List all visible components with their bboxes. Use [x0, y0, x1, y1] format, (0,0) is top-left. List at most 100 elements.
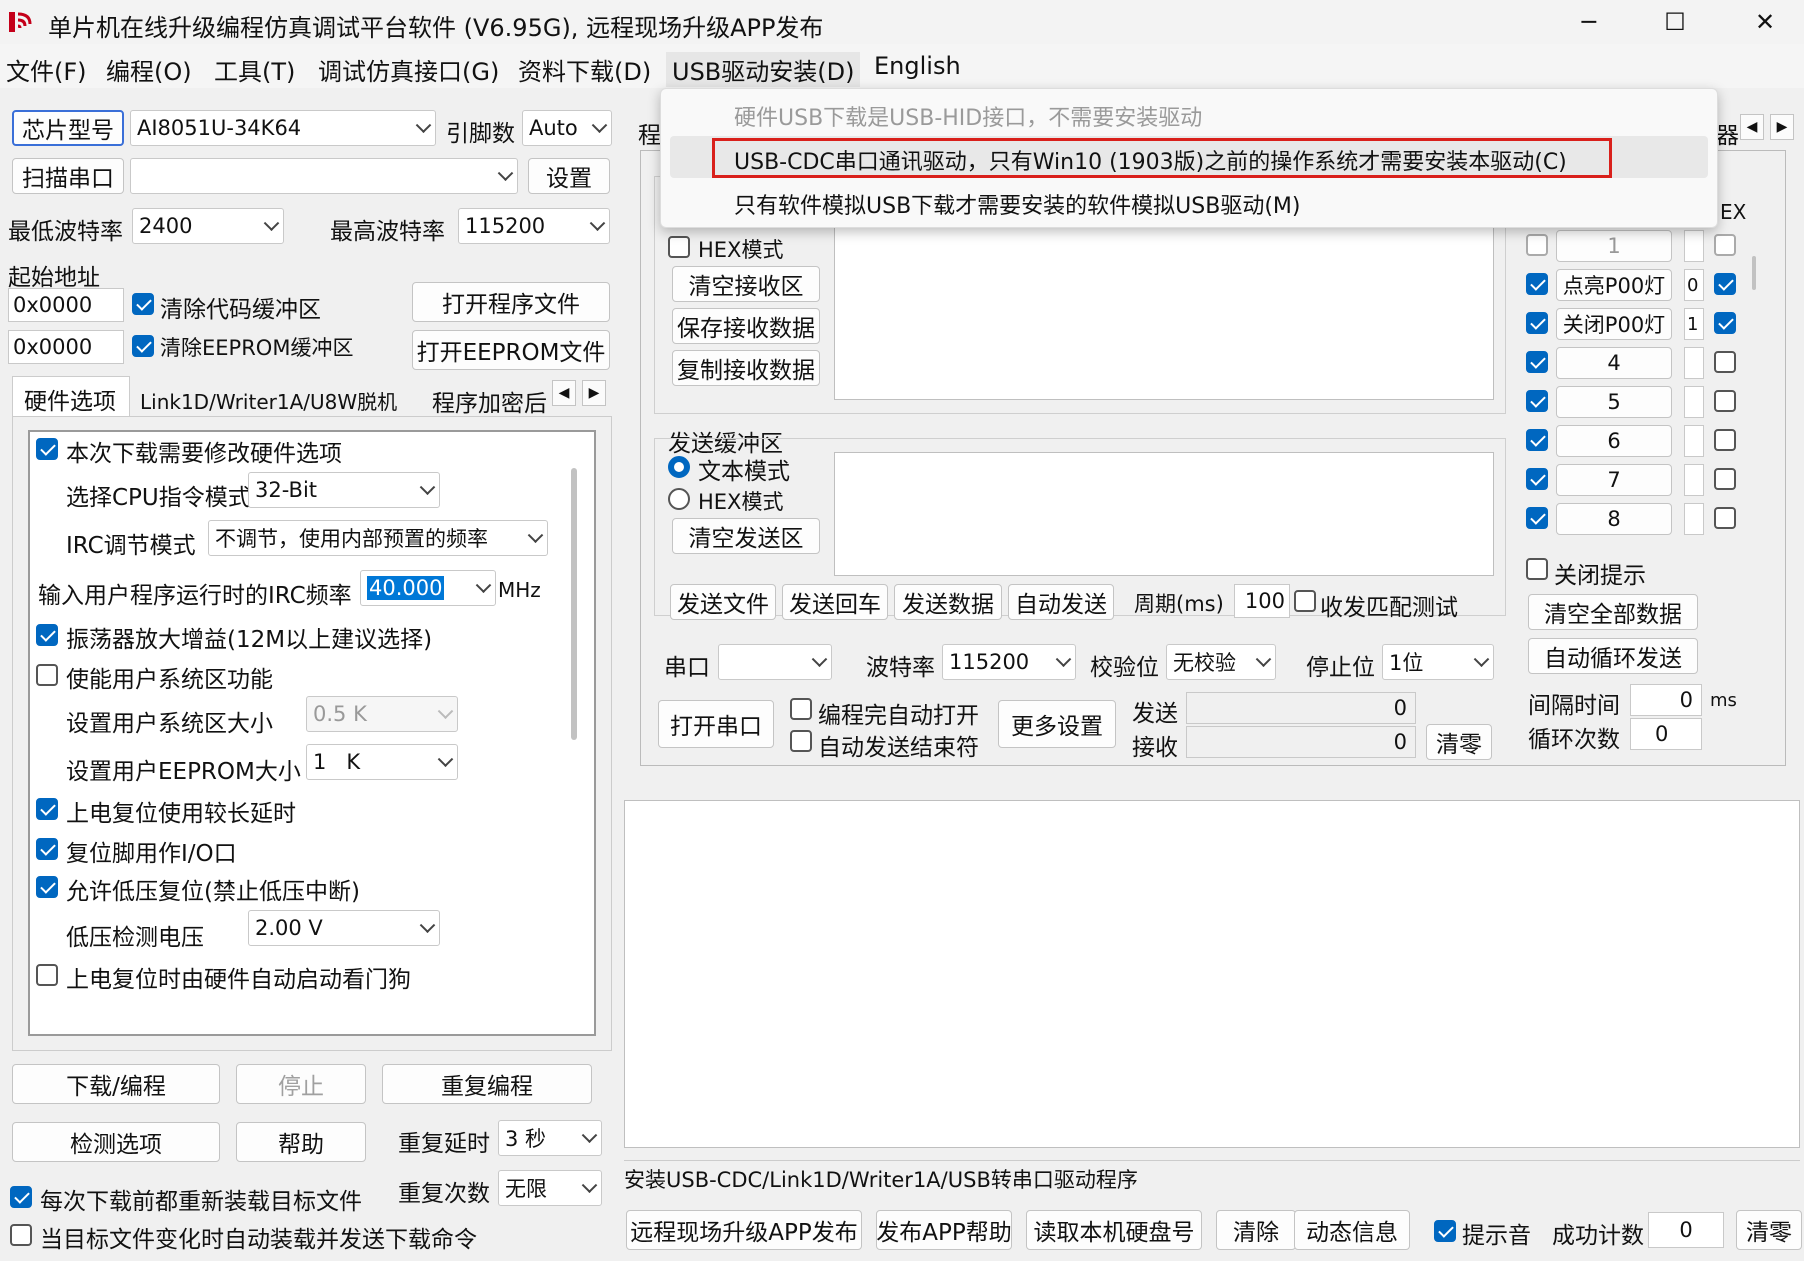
clear-tx-button[interactable]: 清空发送区	[672, 518, 820, 554]
text-mode-radio[interactable]	[668, 456, 690, 478]
minimize-button[interactable]: ─	[1544, 0, 1634, 44]
string-send-button[interactable]: 8	[1556, 503, 1672, 535]
interval-input[interactable]: 0	[1630, 684, 1702, 716]
clear-eeprom-checkbox[interactable]	[132, 335, 154, 357]
stop-bits-select[interactable]: 1位	[1382, 644, 1494, 680]
multi-tab-partial[interactable]: 器	[1716, 116, 1739, 150]
low-volt-reset-checkbox[interactable]	[36, 876, 58, 898]
hex-checkbox[interactable]	[1714, 429, 1736, 451]
hex-checkbox[interactable]	[1714, 468, 1736, 490]
close-tip-checkbox[interactable]	[1526, 558, 1548, 580]
open-program-button[interactable]: 打开程序文件	[412, 282, 610, 322]
more-settings-button[interactable]: 更多设置	[998, 700, 1116, 748]
clear-count-button[interactable]: 清零	[1426, 724, 1492, 760]
check-options-button[interactable]: 检测选项	[12, 1122, 220, 1162]
low-volt-select[interactable]: 2.00 V	[248, 910, 440, 946]
hex-checkbox[interactable]	[1714, 507, 1736, 529]
sys-size-select[interactable]: 0.5 K	[306, 696, 458, 732]
string-send-button[interactable]: 1	[1556, 230, 1672, 262]
rx-hex-checkbox[interactable]	[668, 236, 690, 258]
user-sys-checkbox[interactable]	[36, 664, 58, 686]
string-send-button[interactable]: 点亮P00灯	[1556, 269, 1672, 301]
min-baud-select[interactable]: 2400	[132, 208, 284, 244]
irc-mode-select[interactable]: 不调节，使用内部预置的频率	[208, 520, 548, 556]
read-disk-button[interactable]: 读取本机硬盘号	[1026, 1210, 1202, 1250]
reload-each-checkbox[interactable]	[10, 1186, 32, 1208]
save-rx-button[interactable]: 保存接收数据	[672, 308, 820, 344]
menu-program[interactable]: 编程(O)	[100, 52, 198, 87]
menu-debug[interactable]: 调试仿真接口(G)	[312, 52, 505, 87]
menu-usb-driver[interactable]: USB驱动安装(D)	[666, 52, 861, 87]
send-cr-button[interactable]: 发送回车	[782, 584, 888, 620]
dropdown-item-soft-usb[interactable]: 只有软件模拟USB下载才需要安装的软件模拟USB驱动(M)	[734, 188, 1300, 220]
download-button[interactable]: 下载/编程	[12, 1064, 220, 1104]
echo-test-checkbox[interactable]	[1294, 590, 1316, 612]
parity-select[interactable]: 无校验	[1166, 644, 1276, 680]
remote-upgrade-button[interactable]: 远程现场升级APP发布	[626, 1210, 862, 1250]
send-select-checkbox[interactable]	[1526, 234, 1548, 256]
scan-port-button[interactable]: 扫描串口	[12, 158, 124, 194]
string-send-button[interactable]: 6	[1556, 425, 1672, 457]
port-select[interactable]	[130, 158, 518, 194]
loop-input[interactable]: 0	[1630, 718, 1702, 750]
watchdog-checkbox[interactable]	[36, 964, 58, 986]
tab-scroll-left-icon[interactable]: ◀	[552, 380, 576, 406]
modify-options-checkbox[interactable]	[36, 438, 58, 460]
open-eeprom-button[interactable]: 打开EEPROM文件	[412, 330, 610, 370]
tx-hex-radio[interactable]	[668, 488, 690, 510]
menu-english[interactable]: English	[868, 52, 967, 80]
send-select-checkbox[interactable]	[1526, 273, 1548, 295]
clear-output-button[interactable]: 清除	[1216, 1210, 1296, 1250]
hex-checkbox[interactable]	[1714, 273, 1736, 295]
help-button[interactable]: 帮助	[236, 1122, 366, 1162]
eeprom-size-select[interactable]: 1 K	[306, 744, 458, 780]
string-send-button[interactable]: 7	[1556, 464, 1672, 496]
serial-tab-partial[interactable]: 程	[638, 116, 661, 150]
auto-loop-button[interactable]: 自动循环发送	[1528, 638, 1698, 674]
menu-tools[interactable]: 工具(T)	[208, 52, 301, 87]
send-textarea[interactable]	[834, 452, 1494, 576]
repeat-delay-select[interactable]: 3 秒	[498, 1120, 602, 1156]
hex-checkbox[interactable]	[1714, 234, 1736, 256]
open-port-button[interactable]: 打开串口	[658, 700, 774, 748]
send-data-button[interactable]: 发送数据	[894, 584, 1002, 620]
reset-count-button[interactable]: 清零	[1736, 1210, 1802, 1250]
repeat-count-select[interactable]: 无限	[498, 1170, 602, 1206]
tab-offline[interactable]: Link1D/Writer1A/U8W脱机	[140, 386, 397, 415]
dynamic-info-button[interactable]: 动态信息	[1294, 1210, 1410, 1250]
send-select-checkbox[interactable]	[1526, 429, 1548, 451]
code-address-input[interactable]: 0x0000	[8, 288, 124, 322]
right-tab-scroll-left-icon[interactable]: ◀	[1740, 114, 1764, 140]
long-delay-checkbox[interactable]	[36, 798, 58, 820]
chip-model-button[interactable]: 芯片型号	[12, 110, 124, 146]
close-button[interactable]: ✕	[1720, 0, 1804, 44]
cpu-mode-select[interactable]: 32-Bit	[248, 472, 440, 508]
pins-select[interactable]: Auto	[522, 110, 612, 146]
eeprom-address-input[interactable]: 0x0000	[8, 330, 124, 364]
send-select-checkbox[interactable]	[1526, 312, 1548, 334]
tab-encrypt[interactable]: 程序加密后	[432, 384, 547, 418]
baud-select[interactable]: 115200	[942, 644, 1076, 680]
settings-button[interactable]: 设置	[528, 158, 610, 194]
serial-port-select[interactable]	[718, 644, 832, 680]
app-help-button[interactable]: 发布APP帮助	[876, 1210, 1012, 1250]
osc-gain-checkbox[interactable]	[36, 624, 58, 646]
auto-open-checkbox[interactable]	[790, 698, 812, 720]
send-file-button[interactable]: 发送文件	[670, 584, 776, 620]
string-send-button[interactable]: 4	[1556, 347, 1672, 379]
tab-scroll-right-icon[interactable]: ▶	[582, 380, 606, 406]
period-input[interactable]: 100	[1234, 584, 1290, 618]
send-select-checkbox[interactable]	[1526, 468, 1548, 490]
beep-checkbox[interactable]	[1434, 1220, 1456, 1242]
copy-rx-button[interactable]: 复制接收数据	[672, 350, 820, 386]
string-send-button[interactable]: 5	[1556, 386, 1672, 418]
string-send-button[interactable]: 关闭P00灯	[1556, 308, 1672, 340]
menu-downloads[interactable]: 资料下载(D)	[512, 52, 657, 87]
auto-end-checkbox[interactable]	[790, 730, 812, 752]
stop-button[interactable]: 停止	[236, 1064, 366, 1104]
hex-checkbox[interactable]	[1714, 351, 1736, 373]
hex-checkbox[interactable]	[1714, 390, 1736, 412]
chip-model-select[interactable]: AI8051U-34K64	[130, 110, 436, 146]
menu-file[interactable]: 文件(F)	[0, 52, 93, 87]
reprogram-button[interactable]: 重复编程	[382, 1064, 592, 1104]
